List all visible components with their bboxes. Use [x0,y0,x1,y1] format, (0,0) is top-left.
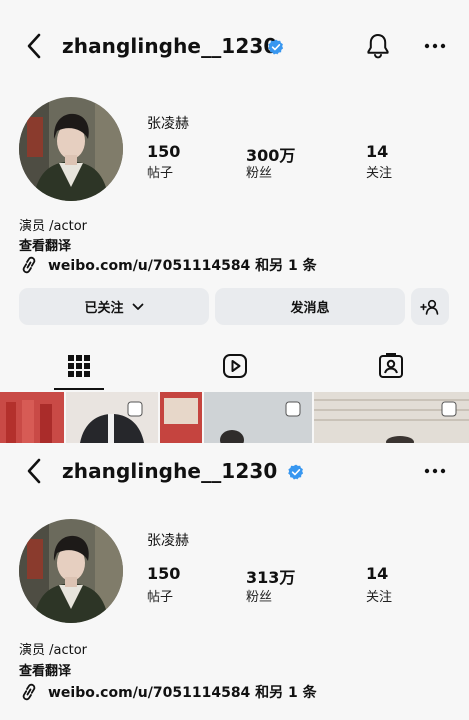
profile-panel-top: zhanglinghe__1230 张凌赫 150 帖子 300万 粉丝 14 … [0,0,469,443]
see-translation-link[interactable]: 查看翻译 [19,235,71,254]
verified-badge-icon [268,39,284,55]
bell-icon[interactable] [365,32,391,60]
avatar[interactable] [19,519,123,623]
external-link[interactable]: weibo.com/u/7051114584 和另 1 条 [19,255,319,275]
verified-badge-icon [288,464,304,480]
following-button[interactable]: 已关注 [19,288,209,325]
following-label: 关注 [366,166,393,181]
following-label: 关注 [366,590,393,605]
external-link-text: weibo.com/u/7051114584 和另 1 条 [48,258,317,274]
bio-text: 演员 /actor [19,643,88,658]
link-icon [22,683,36,701]
back-arrow-icon[interactable] [24,457,44,485]
posts-count[interactable]: 150 [147,142,180,161]
external-link-text: weibo.com/u/7051114584 和另 1 条 [48,685,317,701]
username: zhanglinghe__1230 [62,34,278,58]
see-translation-link[interactable]: 查看翻译 [19,660,71,679]
message-button[interactable]: 发消息 [215,288,405,325]
followers-count[interactable]: 313万 [246,564,295,588]
chevron-down-icon [132,303,143,310]
profile-panel-bottom: zhanglinghe__1230 张凌赫 150 帖子 313万 粉丝 14 … [0,443,469,720]
active-tab-indicator [54,388,104,390]
link-icon [22,256,36,274]
bio-text: 演员 /actor [19,219,88,234]
avatar[interactable] [19,97,123,201]
posts-label: 帖子 [147,590,174,605]
posts-thumbnail-row[interactable] [0,392,469,443]
display-name: 张凌赫 [147,116,189,132]
more-icon[interactable] [424,42,446,50]
posts-label: 帖子 [147,166,174,181]
display-name: 张凌赫 [147,533,189,549]
username: zhanglinghe__1230 [62,459,278,483]
back-arrow-icon[interactable] [24,32,44,60]
more-icon[interactable] [424,467,446,475]
tagged-icon[interactable] [376,351,406,381]
followers-label: 粉丝 [246,590,273,605]
following-count[interactable]: 14 [366,142,388,161]
following-count[interactable]: 14 [366,564,388,583]
add-person-icon [420,299,439,315]
external-link[interactable]: weibo.com/u/7051114584 和另 1 条 [19,682,329,702]
message-button-label: 发消息 [290,301,330,316]
suggest-people-button[interactable] [411,288,449,325]
posts-count[interactable]: 150 [147,564,180,583]
followers-label: 粉丝 [246,166,273,181]
reels-icon[interactable] [220,351,250,381]
grid-icon[interactable] [64,351,94,381]
following-button-label: 已关注 [84,301,124,316]
